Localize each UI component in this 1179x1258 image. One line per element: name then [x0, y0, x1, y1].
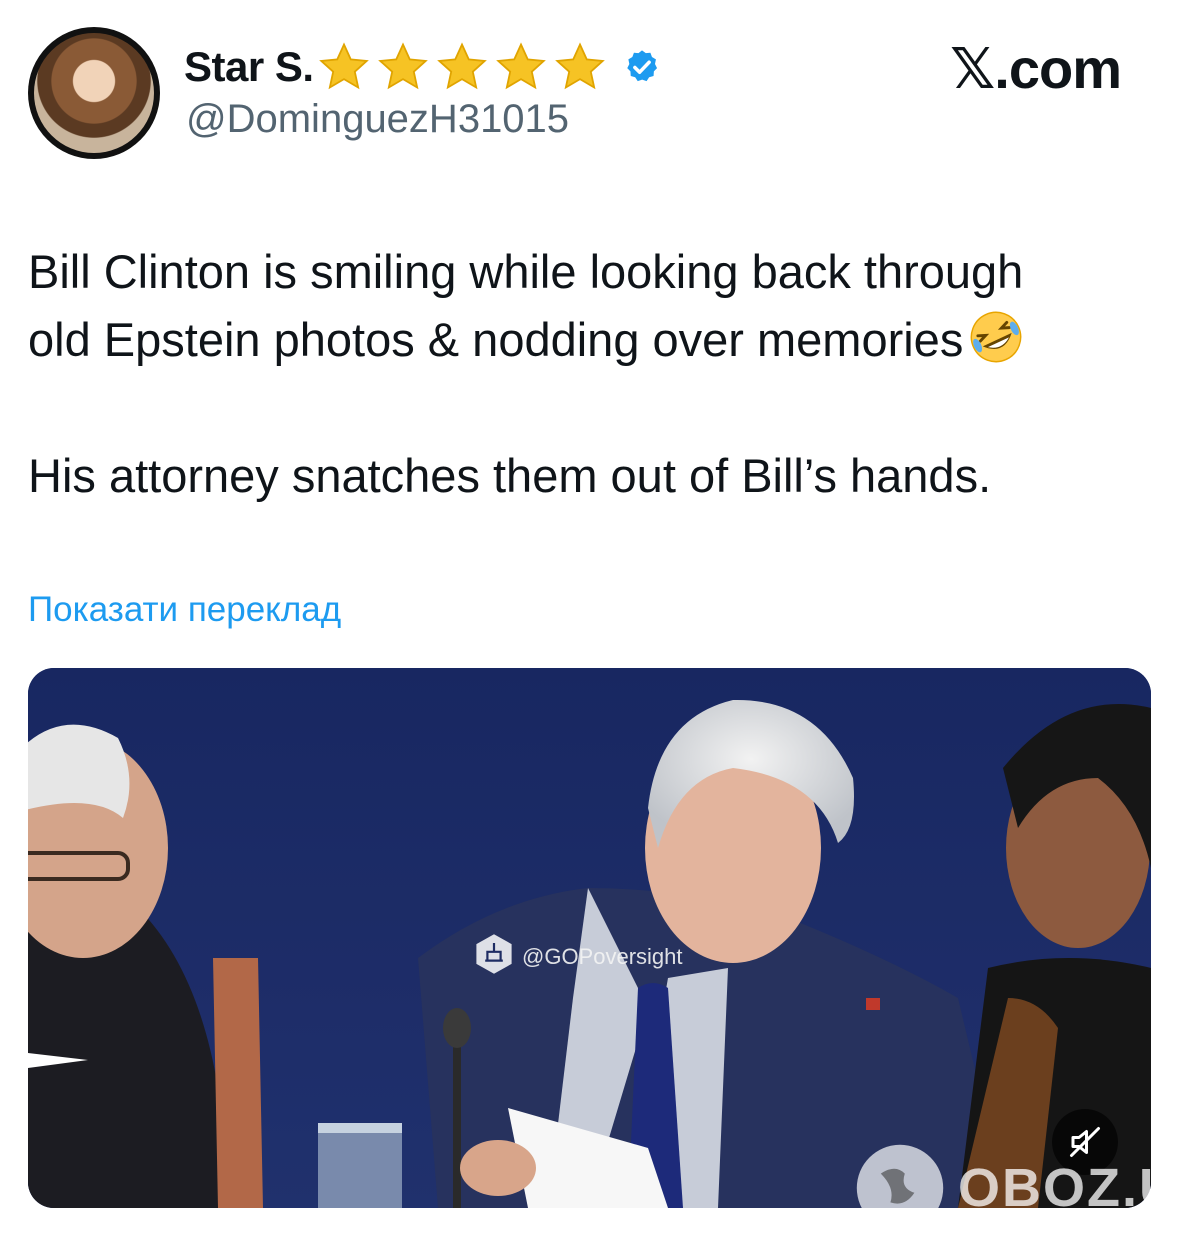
star-emojis [316, 40, 611, 94]
avatar-photo [34, 33, 154, 153]
publisher-watermark: OBOZ.UA [852, 1140, 1179, 1236]
tweet-text-line: His attorney snatches them out of Bill’s… [28, 449, 992, 502]
display-name[interactable]: Star S. [184, 43, 314, 91]
tweet-text-line-with-emoji: old Epstein photos & nodding over memori… [28, 306, 1148, 374]
tweet-text-line: Bill Clinton is smiling while looking ba… [28, 245, 1024, 298]
globe-logo-icon [856, 1144, 944, 1232]
video-frame [28, 668, 1151, 1208]
x-com-logo: 𝕏.com [950, 37, 1122, 100]
tweet-screenshot: Star S. @DominguezH31015 𝕏.com Bill Clin… [0, 0, 1179, 1258]
star-icon [377, 42, 428, 90]
publisher-watermark-text: OBOZ.UA [958, 1158, 1179, 1218]
user-handle[interactable]: @DominguezH31015 [186, 97, 569, 142]
video-player[interactable] [28, 668, 1151, 1208]
avatar[interactable] [28, 27, 160, 159]
star-icon [554, 42, 605, 90]
tweet-text-line: old Epstein photos & nodding over memori… [28, 313, 964, 366]
tweet-text: Bill Clinton is smiling while looking ba… [28, 238, 1148, 510]
show-translation-link[interactable]: Показати переклад [28, 590, 341, 630]
display-name-row[interactable]: Star S. [184, 40, 661, 94]
star-icon [436, 42, 487, 90]
star-icon [318, 42, 369, 90]
video-watermark: @GOPoversight [522, 944, 683, 969]
star-icon [495, 42, 546, 90]
capitol-watermark-icon [476, 934, 512, 974]
rolling-on-floor-laughing-icon [970, 311, 1022, 363]
verified-badge-icon [626, 50, 657, 82]
